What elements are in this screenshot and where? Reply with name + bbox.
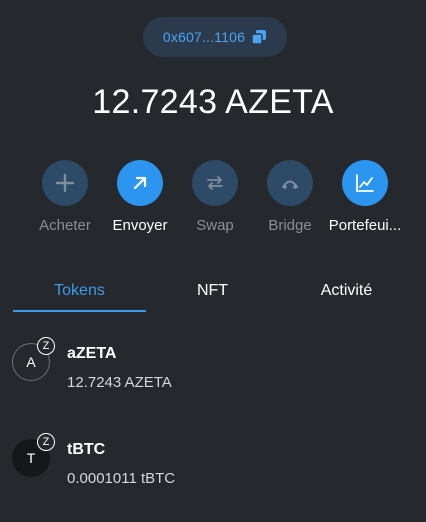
swap-arrows-icon bbox=[207, 176, 223, 190]
bridge-button[interactable]: Bridge bbox=[250, 160, 330, 234]
wallet-address: 0x607...1106 bbox=[162, 29, 246, 45]
send-arrow-icon bbox=[133, 176, 147, 190]
token-amount: 0.0001011 tBTC bbox=[67, 470, 176, 487]
tab-bar: Tokens NFT Activité bbox=[0, 270, 426, 314]
token-row[interactable]: T Z tBTC 0.0001011 tBTC bbox=[0, 430, 426, 500]
token-row[interactable]: A Z aZETA 12.7243 AZETA bbox=[0, 334, 426, 404]
token-name: aZETA bbox=[67, 345, 117, 362]
send-circle bbox=[117, 160, 163, 206]
buy-circle bbox=[42, 160, 88, 206]
chart-icon bbox=[356, 174, 374, 192]
wallet-balance: 12.7243 AZETA bbox=[92, 83, 334, 121]
send-button[interactable]: Envoyer bbox=[100, 160, 180, 234]
token-network-badge: Z bbox=[37, 433, 55, 451]
tab-tokens[interactable]: Tokens bbox=[13, 270, 146, 312]
swap-label: Swap bbox=[196, 217, 234, 234]
portfolio-circle bbox=[342, 160, 388, 206]
active-tab-indicator bbox=[13, 310, 146, 312]
action-buttons: Acheter Envoyer Swap Bridge Portefeui... bbox=[0, 160, 426, 240]
send-label: Envoyer bbox=[112, 217, 168, 234]
bridge-label: Bridge bbox=[268, 217, 312, 234]
bridge-circle bbox=[267, 160, 313, 206]
buy-label: Acheter bbox=[39, 217, 91, 234]
swap-button[interactable]: Swap bbox=[175, 160, 255, 234]
token-amount: 12.7243 AZETA bbox=[67, 374, 172, 391]
buy-button[interactable]: Acheter bbox=[25, 160, 105, 234]
bridge-icon bbox=[282, 180, 298, 189]
token-name: tBTC bbox=[67, 441, 106, 458]
copy-icon bbox=[251, 29, 267, 45]
token-network-badge: Z bbox=[37, 337, 55, 355]
swap-circle bbox=[192, 160, 238, 206]
tab-activity[interactable]: Activité bbox=[279, 270, 414, 312]
portfolio-button[interactable]: Portefeui... bbox=[325, 160, 405, 234]
address-copy-button[interactable]: 0x607...1106 bbox=[143, 17, 287, 57]
plus-icon bbox=[55, 173, 75, 193]
tab-nft[interactable]: NFT bbox=[146, 270, 279, 312]
portfolio-label: Portefeui... bbox=[328, 217, 402, 234]
